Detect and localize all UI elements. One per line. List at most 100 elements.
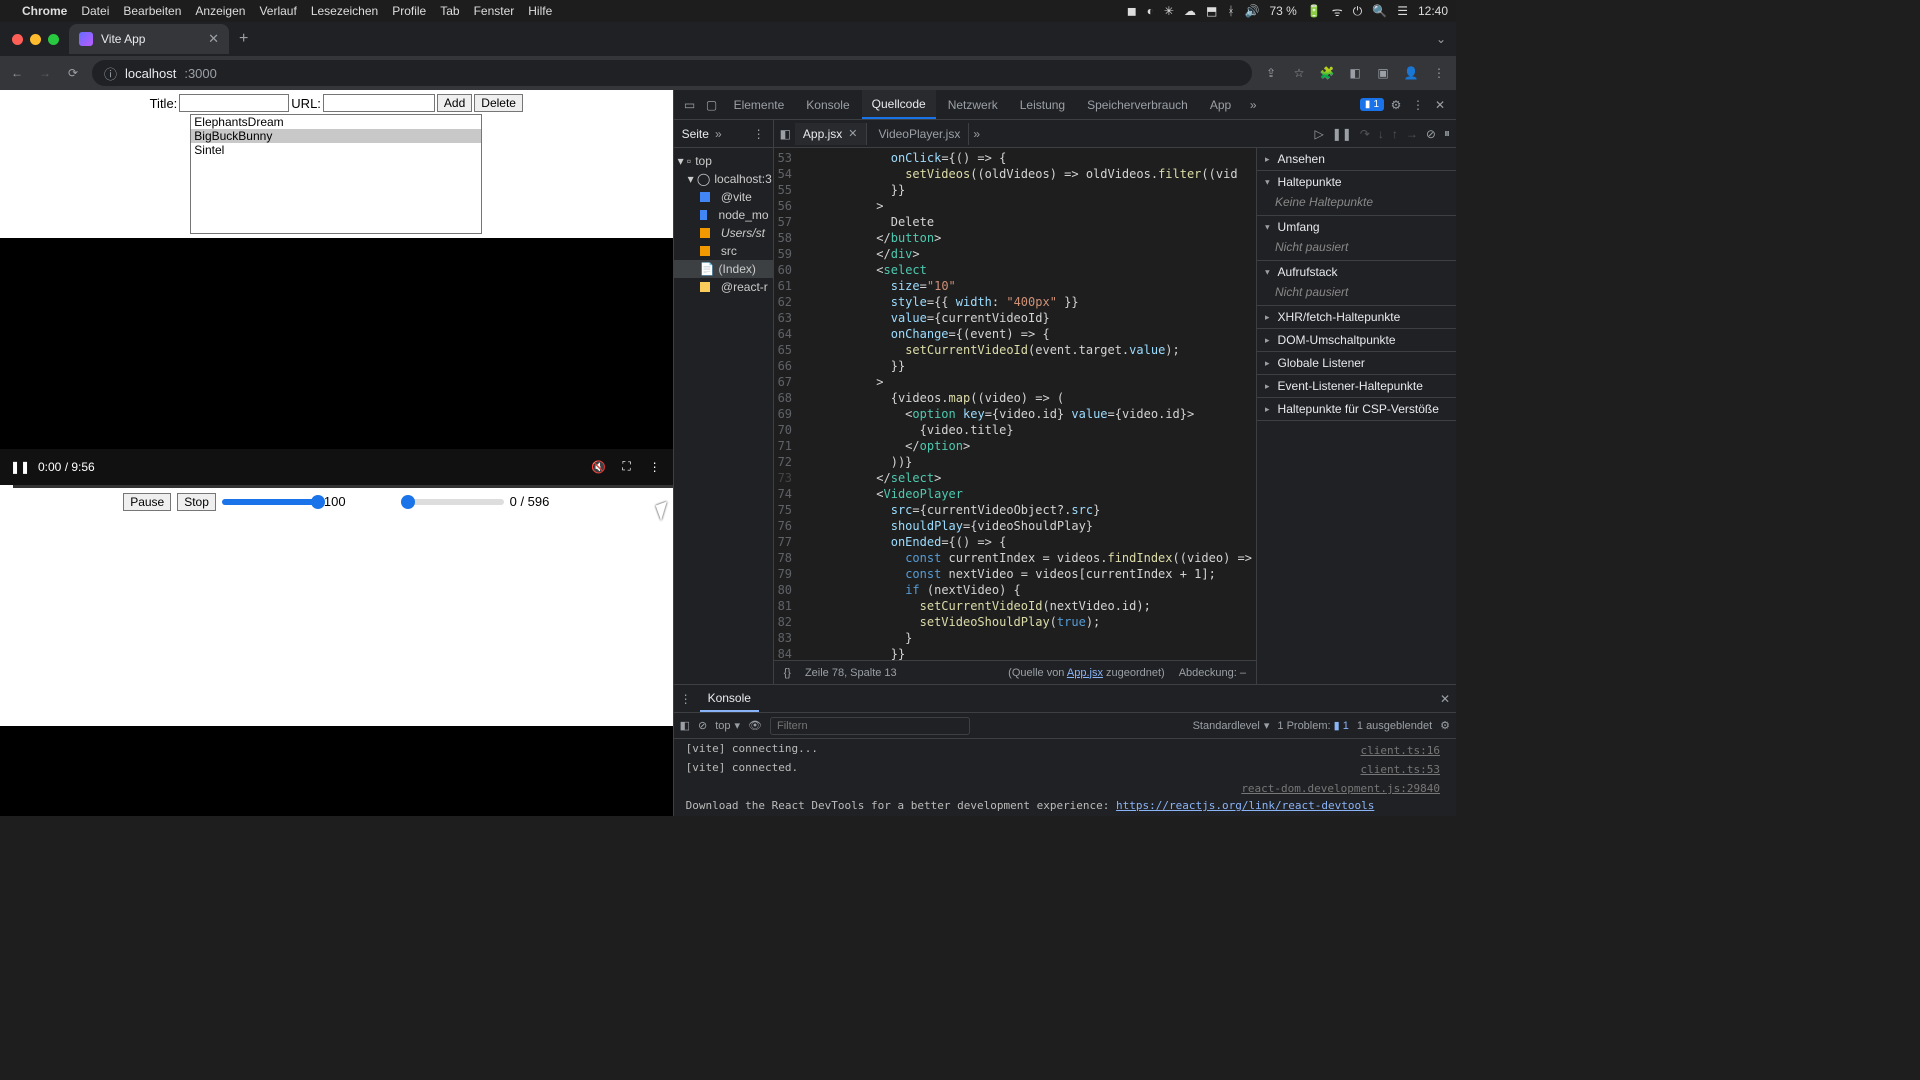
devtools-tab[interactable]: Netzwerk	[938, 90, 1008, 119]
devtools-tab[interactable]: Leistung	[1010, 90, 1075, 119]
device-icon[interactable]: ▢	[702, 98, 722, 112]
tree-file[interactable]: 📄 (Index)	[674, 260, 773, 278]
overflow-icon[interactable]: »	[973, 127, 980, 141]
source-code[interactable]: onClick={() => { setVideos((oldVideos) =…	[800, 148, 1256, 660]
tree-host[interactable]: ▾ ◯ localhost:3	[674, 170, 773, 188]
step-over-icon[interactable]: ↷	[1360, 127, 1370, 141]
debugger-section-header[interactable]: Aufrufstack	[1257, 261, 1456, 283]
debugger-section-header[interactable]: Event-Listener-Haltepunkte	[1257, 375, 1456, 397]
debugger-section-header[interactable]: XHR/fetch-Haltepunkte	[1257, 306, 1456, 328]
menu-item[interactable]: Tab	[440, 4, 459, 18]
context-select[interactable]: top ▾	[715, 719, 740, 732]
status-icon[interactable]: ✳	[1164, 4, 1174, 18]
add-button[interactable]: Add	[437, 94, 472, 112]
issues-badge[interactable]: ▮ 1	[1360, 98, 1384, 111]
overflow-icon[interactable]: »	[715, 127, 722, 141]
step-into-icon[interactable]: ↓	[1378, 127, 1384, 141]
tree-folder[interactable]: Users/st	[674, 224, 773, 242]
deactivate-bp-icon[interactable]: ⊘	[1426, 127, 1436, 141]
volume-slider[interactable]	[222, 499, 318, 505]
toggle-sidebar-icon[interactable]: ◧	[780, 127, 791, 141]
share-icon[interactable]: ⇪	[1262, 66, 1280, 80]
new-tab-button[interactable]: +	[239, 30, 248, 48]
status-icon[interactable]: ☁	[1184, 4, 1196, 18]
url-input[interactable]	[323, 94, 435, 112]
status-icon[interactable]: ◐	[1147, 4, 1154, 18]
close-tab-icon[interactable]: ✕	[208, 31, 219, 47]
menu-item[interactable]: Lesezeichen	[311, 4, 378, 18]
level-select[interactable]: Standardlevel ▾	[1193, 719, 1270, 732]
tree-folder[interactable]: src	[674, 242, 773, 260]
address-bar[interactable]: ⓘ localhost:3000	[92, 60, 1252, 86]
menu-icon[interactable]: ⋮	[1430, 66, 1448, 80]
debugger-section-header[interactable]: DOM-Umschaltpunkte	[1257, 329, 1456, 351]
line-gutter[interactable]: 5354555657585960616263646566676869707172…	[774, 148, 800, 660]
close-file-icon[interactable]: ✕	[848, 127, 857, 140]
tree-top[interactable]: ▾ ▫ top	[674, 152, 773, 170]
console-log[interactable]: [vite] connecting...client.ts:16[vite] c…	[674, 739, 1456, 816]
mute-icon[interactable]: 🔇	[591, 460, 607, 474]
close-drawer-icon[interactable]: ✕	[1440, 692, 1450, 706]
inspect-icon[interactable]: ▭	[680, 98, 700, 112]
menubar-app[interactable]: Chrome	[22, 4, 67, 18]
debugger-section-header[interactable]: Globale Listener	[1257, 352, 1456, 374]
bluetooth-icon[interactable]: ᚼ	[1227, 4, 1234, 18]
battery-icon[interactable]: 🔋	[1307, 4, 1322, 18]
control-center-icon[interactable]: ☰	[1397, 4, 1408, 18]
forward-button[interactable]: →	[36, 66, 54, 80]
file-tab[interactable]: App.jsx ✕	[795, 123, 867, 145]
listbox-option[interactable]: ElephantsDream	[191, 115, 481, 129]
menu-item[interactable]: Profile	[392, 4, 426, 18]
console-filter-input[interactable]	[770, 717, 970, 735]
search-icon[interactable]: 🔍	[1372, 4, 1387, 18]
problems-label[interactable]: 1 Problem: ▮ 1	[1277, 719, 1349, 732]
settings-icon[interactable]: ⚙	[1386, 98, 1406, 112]
video-listbox[interactable]: ElephantsDream BigBuckBunny Sintel	[190, 114, 482, 234]
reload-button[interactable]: ⟳	[64, 66, 82, 80]
devtools-tab[interactable]: Konsole	[796, 90, 859, 119]
extension-icon[interactable]: ▣	[1374, 66, 1392, 80]
more-icon[interactable]: ⋮	[647, 460, 663, 474]
volume-icon[interactable]: 🔊	[1245, 4, 1260, 18]
debugger-section-header[interactable]: Haltepunkte für CSP-Verstöße	[1257, 398, 1456, 420]
step-out-icon[interactable]: ↑	[1392, 127, 1398, 141]
console-settings-icon[interactable]: ⚙	[1440, 719, 1450, 732]
tree-file[interactable]: @react-r	[674, 278, 773, 296]
source-map-link[interactable]: App.jsx	[1067, 667, 1103, 679]
seek-slider[interactable]	[408, 499, 504, 505]
clear-console-icon[interactable]: ⊘	[698, 719, 707, 732]
listbox-option[interactable]: Sintel	[191, 143, 481, 157]
pause-icon[interactable]: ❚❚	[1332, 127, 1352, 141]
pretty-print-icon[interactable]: {}	[784, 667, 791, 679]
run-icon[interactable]: ▷	[1315, 127, 1324, 141]
delete-button[interactable]: Delete	[474, 94, 523, 112]
menu-item[interactable]: Datei	[81, 4, 109, 18]
eye-icon[interactable]: 👁	[748, 719, 762, 732]
menu-item[interactable]: Verlauf	[259, 4, 296, 18]
stop-button[interactable]: Stop	[177, 493, 216, 511]
title-input[interactable]	[179, 94, 289, 112]
extensions-icon[interactable]: 🧩	[1318, 66, 1336, 80]
status-icon[interactable]: ⏻	[1353, 4, 1363, 19]
maximize-window-button[interactable]	[48, 34, 59, 45]
menu-item[interactable]: Hilfe	[528, 4, 552, 18]
status-icon[interactable]: ⬒	[1206, 4, 1217, 18]
pause-icon[interactable]: ❚❚	[10, 460, 26, 474]
devtools-tab[interactable]: App	[1200, 90, 1241, 119]
pause-button[interactable]: Pause	[123, 493, 171, 511]
close-icon[interactable]: ✕	[1430, 98, 1450, 112]
file-navigator[interactable]: ▾ ▫ top ▾ ◯ localhost:3 @vite node_mo Us…	[674, 148, 774, 684]
devtools-tab[interactable]: Elemente	[724, 90, 795, 119]
menu-item[interactable]: Fenster	[474, 4, 515, 18]
browser-tab[interactable]: Vite App ✕	[69, 24, 229, 54]
debugger-section-header[interactable]: Umfang	[1257, 216, 1456, 238]
devtools-tab[interactable]: Quellcode	[862, 90, 936, 119]
video-player[interactable]	[0, 238, 673, 449]
console-menu-icon[interactable]: ⋮	[680, 692, 692, 706]
more-icon[interactable]: ⋮	[1408, 98, 1428, 112]
site-info-icon[interactable]: ⓘ	[104, 64, 117, 83]
menu-item[interactable]: Anzeigen	[195, 4, 245, 18]
extension-icon[interactable]: ◧	[1346, 66, 1364, 80]
console-tab[interactable]: Konsole	[700, 685, 759, 712]
debugger-section-header[interactable]: Ansehen	[1257, 148, 1456, 170]
